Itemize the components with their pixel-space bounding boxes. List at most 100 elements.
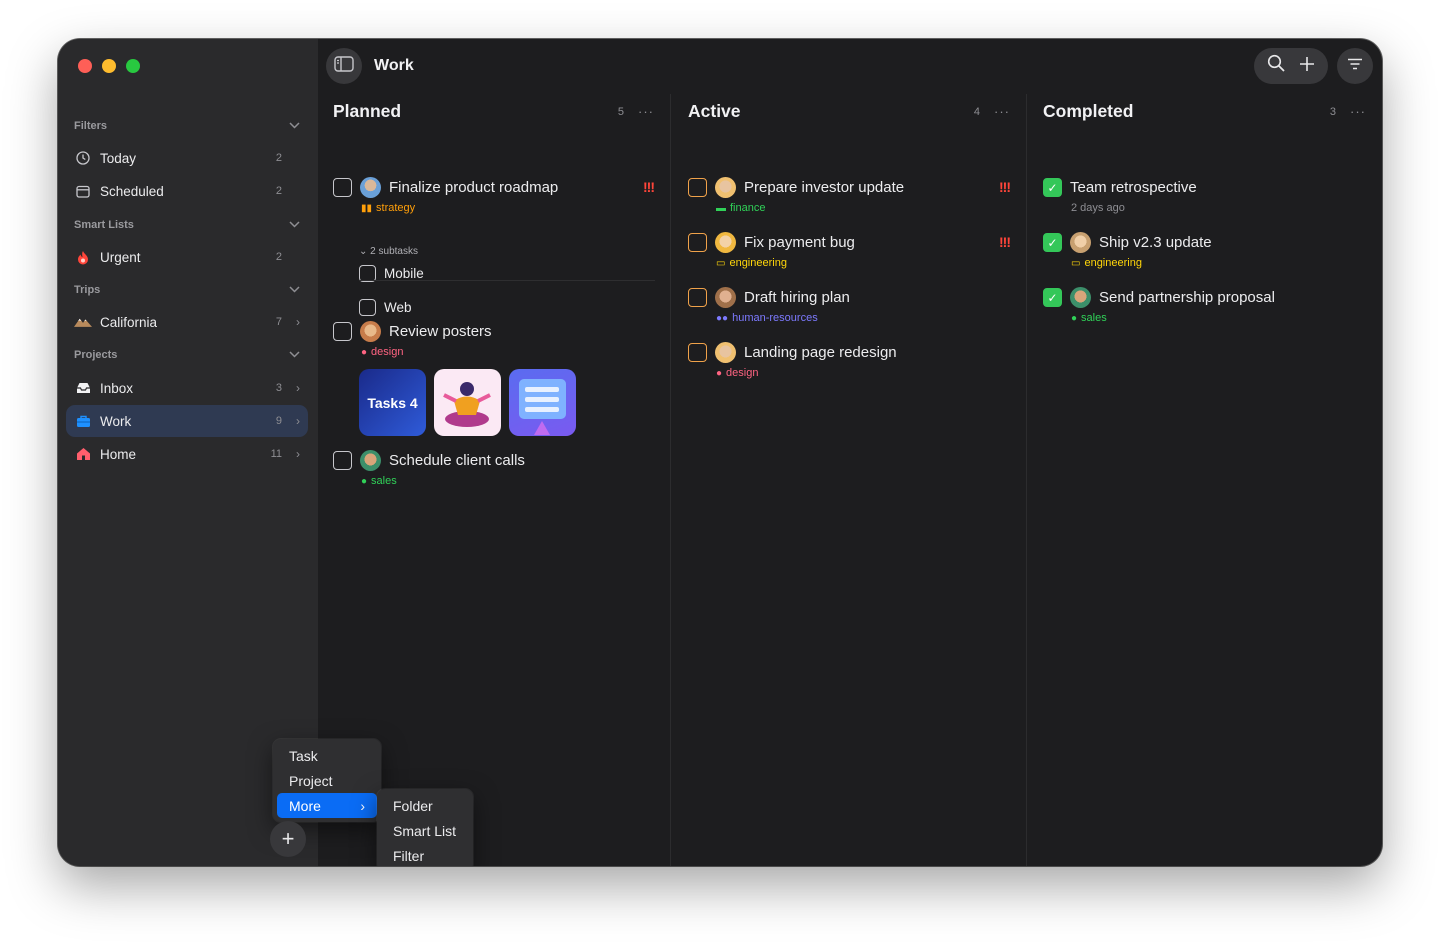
toolbar-actions [1254, 48, 1328, 84]
section-smart-lists[interactable]: Smart Lists [74, 215, 300, 235]
checkmark-icon: ✓ [1047, 290, 1058, 305]
column-count: 3 [1329, 105, 1336, 118]
avatar [1070, 287, 1091, 308]
sidebar-item-label: California [100, 314, 158, 330]
plus-icon: + [281, 826, 295, 851]
attachment-thumbnail[interactable]: Tasks 4 [359, 369, 426, 436]
task-checkbox[interactable] [333, 178, 352, 197]
tag-label: sales [1081, 312, 1107, 324]
task-card[interactable]: ✓ Send partnership proposal ● sales [1043, 287, 1370, 332]
column-divider [670, 94, 671, 866]
section-label: Trips [74, 284, 101, 296]
add-button[interactable]: + [270, 821, 306, 857]
task-checkbox[interactable] [688, 288, 707, 307]
column-header: Active 4 ··· [688, 101, 1010, 122]
chevron-down-icon [289, 120, 300, 132]
sidebar-item-label: Inbox [100, 380, 134, 396]
task-tag: ▭ engineering [1071, 257, 1142, 269]
filter-button[interactable] [1337, 48, 1373, 84]
sidebar-item-scheduled[interactable]: Scheduled 2 [66, 175, 308, 207]
sidebar-item-label: Home [100, 446, 137, 462]
tag-label: human-resources [732, 312, 818, 324]
task-card[interactable]: ✓ Ship v2.3 update ▭ engineering [1043, 232, 1370, 277]
section-projects[interactable]: Projects [74, 345, 300, 365]
sidebar-item-label: Scheduled [100, 183, 164, 199]
task-card[interactable]: Fix payment bug ▭ engineering !!! [688, 232, 1014, 277]
subtask-row[interactable]: Web [359, 291, 412, 323]
priority-indicator: !!! [999, 234, 1011, 250]
palette-icon: ● [361, 346, 368, 358]
date-label: 2 days ago [1071, 202, 1125, 214]
task-card[interactable]: Prepare investor update ▬ finance !!! [688, 177, 1014, 222]
task-tag: ● design [716, 367, 758, 379]
minimize-window-button[interactable] [102, 59, 116, 73]
task-tag: ▭ engineering [716, 257, 787, 269]
sidebar-item-home[interactable]: Home 11 › [66, 438, 308, 470]
attachment-thumbnail[interactable] [434, 369, 501, 436]
subtask-checkbox[interactable] [359, 264, 376, 282]
subtasks-toggle[interactable]: ⌄ 2 subtasks [359, 246, 418, 257]
task-checkbox[interactable] [688, 233, 707, 252]
column-title: Active [688, 101, 741, 121]
sidebar-item-label: Today [100, 150, 137, 166]
attachment-thumbnail[interactable] [509, 369, 576, 436]
priority-indicator: !!! [643, 179, 655, 195]
avatar [1070, 232, 1091, 253]
more-icon[interactable]: ··· [994, 104, 1010, 119]
task-title: Team retrospective [1070, 179, 1197, 196]
column-active: Active 4 ··· Prepare investor update ▬ fi… [672, 94, 1026, 866]
tag-label: design [371, 346, 404, 358]
sidebar-item-count: 9 [275, 415, 282, 427]
task-title: Send partnership proposal [1099, 289, 1275, 306]
dollar-icon: ● [1071, 312, 1078, 324]
sidebar-item-urgent[interactable]: Urgent 2 [66, 241, 308, 273]
task-card[interactable]: Review posters ● design [333, 321, 658, 366]
sidebar-toggle-button[interactable] [326, 48, 362, 84]
sidebar-item-work[interactable]: Work 9 › [66, 405, 308, 437]
mountain-icon [74, 313, 92, 331]
zoom-window-button[interactable] [126, 59, 140, 73]
more-icon[interactable]: ··· [638, 104, 654, 119]
thumbnail-text: Tasks 4 [367, 394, 418, 411]
subtask-row[interactable]: Mobile [359, 257, 424, 289]
sidebar-item-today[interactable]: Today 2 [66, 142, 308, 174]
subtask-checkbox[interactable] [359, 298, 376, 316]
sidebar-item-count: 2 [275, 185, 282, 197]
laptop-icon: ▭ [1071, 257, 1081, 269]
more-icon[interactable]: ··· [1350, 104, 1366, 119]
task-card[interactable]: Draft hiring plan ●● human-resources [688, 287, 1014, 332]
laptop-icon: ▭ [716, 257, 726, 269]
people-icon: ●● [716, 312, 729, 324]
plus-icon[interactable] [1299, 55, 1315, 78]
briefcase-icon [74, 412, 92, 430]
filter-lines-icon [1347, 57, 1363, 75]
sidebar-icon [334, 55, 354, 77]
task-title: Landing page redesign [744, 344, 897, 361]
column-count: 4 [973, 105, 980, 118]
task-card[interactable]: Schedule client calls ● sales [333, 450, 658, 495]
column-header: Planned 5 ··· [333, 101, 654, 122]
task-checkbox[interactable] [688, 178, 707, 197]
task-card[interactable]: ✓ Team retrospective 2 days ago [1043, 178, 1370, 222]
section-trips[interactable]: Trips [74, 280, 300, 300]
task-tag: ● sales [1071, 312, 1107, 324]
section-filters[interactable]: Filters [74, 116, 300, 136]
task-card[interactable]: Landing page redesign ● design [688, 342, 1014, 387]
task-checkbox[interactable] [688, 343, 707, 362]
task-checkbox[interactable] [333, 451, 352, 470]
task-tag: ●● human-resources [716, 312, 818, 324]
checkmark-icon: ✓ [1047, 180, 1058, 195]
sidebar-item-count: 7 [275, 316, 282, 328]
task-checkbox[interactable]: ✓ [1043, 288, 1062, 307]
task-checkbox[interactable] [333, 322, 352, 341]
search-icon[interactable] [1267, 54, 1285, 78]
sidebar-item-inbox[interactable]: Inbox 3 › [66, 372, 308, 404]
task-card[interactable]: Finalize product roadmap ▮▮ strategy !!! [333, 177, 658, 222]
tag-label: design [726, 367, 759, 379]
task-checkbox[interactable]: ✓ [1043, 233, 1062, 252]
close-window-button[interactable] [78, 59, 92, 73]
task-tag: ▮▮ strategy [361, 202, 415, 214]
task-checkbox[interactable]: ✓ [1043, 178, 1062, 197]
sidebar-item-california[interactable]: California 7 › [66, 306, 308, 338]
column-completed: Completed 3 ··· ✓ Team retrospective 2 d… [1027, 94, 1382, 866]
